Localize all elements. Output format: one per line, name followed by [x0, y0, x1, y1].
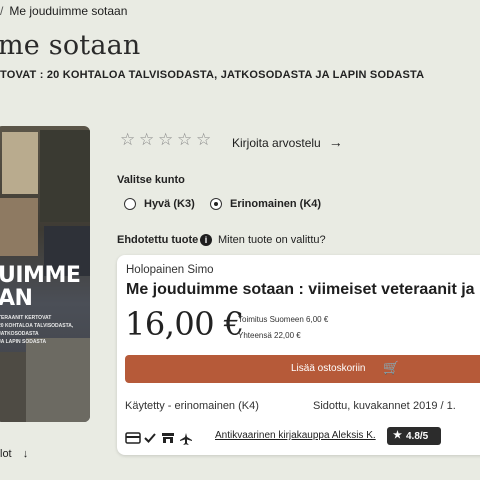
cover-photo — [0, 352, 26, 422]
show-more-label: lot — [0, 448, 12, 460]
cart-icon: 🛒 — [383, 360, 400, 375]
rating-stars[interactable]: ☆ ☆ ☆ ☆ ☆ — [120, 131, 212, 148]
cover-subtitle-line: 20 KOHTALOA TALVISODASTA, — [0, 323, 74, 329]
show-more-link[interactable]: lot ↓ — [0, 448, 28, 460]
cover-title-line: UIMME — [0, 263, 81, 288]
condition-radio-excellent[interactable] — [210, 198, 222, 210]
store-pickup-icon — [161, 432, 175, 447]
page-title: me sotaan — [0, 30, 141, 61]
condition-option-good[interactable]: Hyvä (K3) — [144, 198, 195, 210]
cover-title: UIMME AN — [0, 263, 81, 311]
cover-subtitle-line: JATKOSODASTA — [0, 331, 39, 337]
write-review-link[interactable]: Kirjoita arvostelu → — [232, 134, 343, 150]
shipping-cost: Toimitus Suomeen 6,00 € — [238, 315, 329, 324]
condition-label: Valitse kunto — [117, 174, 185, 186]
cover-subtitle-line: JA LAPIN SODASTA — [0, 339, 47, 345]
airplane-icon — [179, 432, 193, 449]
cover-title-line: AN — [0, 286, 33, 311]
star-outline-icon[interactable]: ☆ — [120, 131, 136, 148]
breadcrumb: / Me jouduimme sotaan — [0, 4, 127, 18]
star-outline-icon[interactable]: ☆ — [196, 131, 212, 148]
total-cost: Yhteensä 22,00 € — [238, 331, 301, 340]
book-cover-image[interactable]: UIMME AN TERAANIT KERTOVAT 20 KOHTALOA T… — [0, 126, 90, 422]
star-icon: ★ — [393, 430, 402, 441]
product-price: 16,00 € — [125, 305, 244, 343]
arrow-down-icon: ↓ — [22, 448, 29, 460]
cover-photo — [2, 132, 38, 194]
arrow-right-icon: → — [328, 134, 343, 150]
breadcrumb-separator: / — [0, 4, 4, 18]
suggested-product-label: Ehdotettu tuote — [117, 234, 199, 246]
product-binding: Sidottu, kuvakannet — [313, 400, 410, 412]
product-title[interactable]: Me jouduimme sotaan : viimeiset veteraan… — [126, 281, 480, 299]
cover-subtitle: TERAANIT KERTOVAT 20 KOHTALOA TALVISODAS… — [0, 314, 88, 346]
breadcrumb-current[interactable]: Me jouduimme sotaan — [9, 4, 127, 18]
cover-photo — [40, 130, 90, 222]
info-icon[interactable]: i — [200, 234, 212, 246]
cover-photo — [0, 198, 38, 256]
star-outline-icon[interactable]: ☆ — [158, 131, 174, 148]
add-to-cart-button[interactable]: Lisää ostoskoriin 🛒 — [125, 355, 480, 383]
seller-link[interactable]: Antikvaarinen kirjakauppa Aleksis K. — [215, 430, 376, 441]
card-payment-icon — [125, 432, 141, 447]
condition-option-excellent[interactable]: Erinomainen (K4) — [230, 198, 321, 210]
how-selected-link[interactable]: Miten tuote on valittu? — [218, 234, 326, 246]
cover-subtitle-line: TERAANIT KERTOVAT — [0, 315, 52, 321]
product-author[interactable]: Holopainen Simo — [126, 264, 214, 276]
product-year: 2019 / 1. — [413, 400, 456, 412]
product-condition: Käytetty - erinomainen (K4) — [125, 400, 259, 412]
add-to-cart-label: Lisää ostoskoriin — [291, 363, 366, 374]
seller-rating-value: 4.8/5 — [406, 431, 429, 442]
condition-radio-good[interactable] — [124, 198, 136, 210]
seller-rating-badge: ★ 4.8/5 — [387, 427, 441, 445]
offer-card: Holopainen Simo Me jouduimme sotaan : vi… — [117, 255, 480, 455]
cover-photo — [26, 338, 90, 422]
star-outline-icon[interactable]: ☆ — [139, 131, 155, 148]
write-review-label: Kirjoita arvostelu — [232, 136, 321, 150]
checkmark-icon — [143, 432, 157, 447]
page-subtitle: TOVAT : 20 KOHTALOA TALVISODASTA, JATKOS… — [0, 69, 425, 81]
star-outline-icon[interactable]: ☆ — [177, 131, 193, 148]
